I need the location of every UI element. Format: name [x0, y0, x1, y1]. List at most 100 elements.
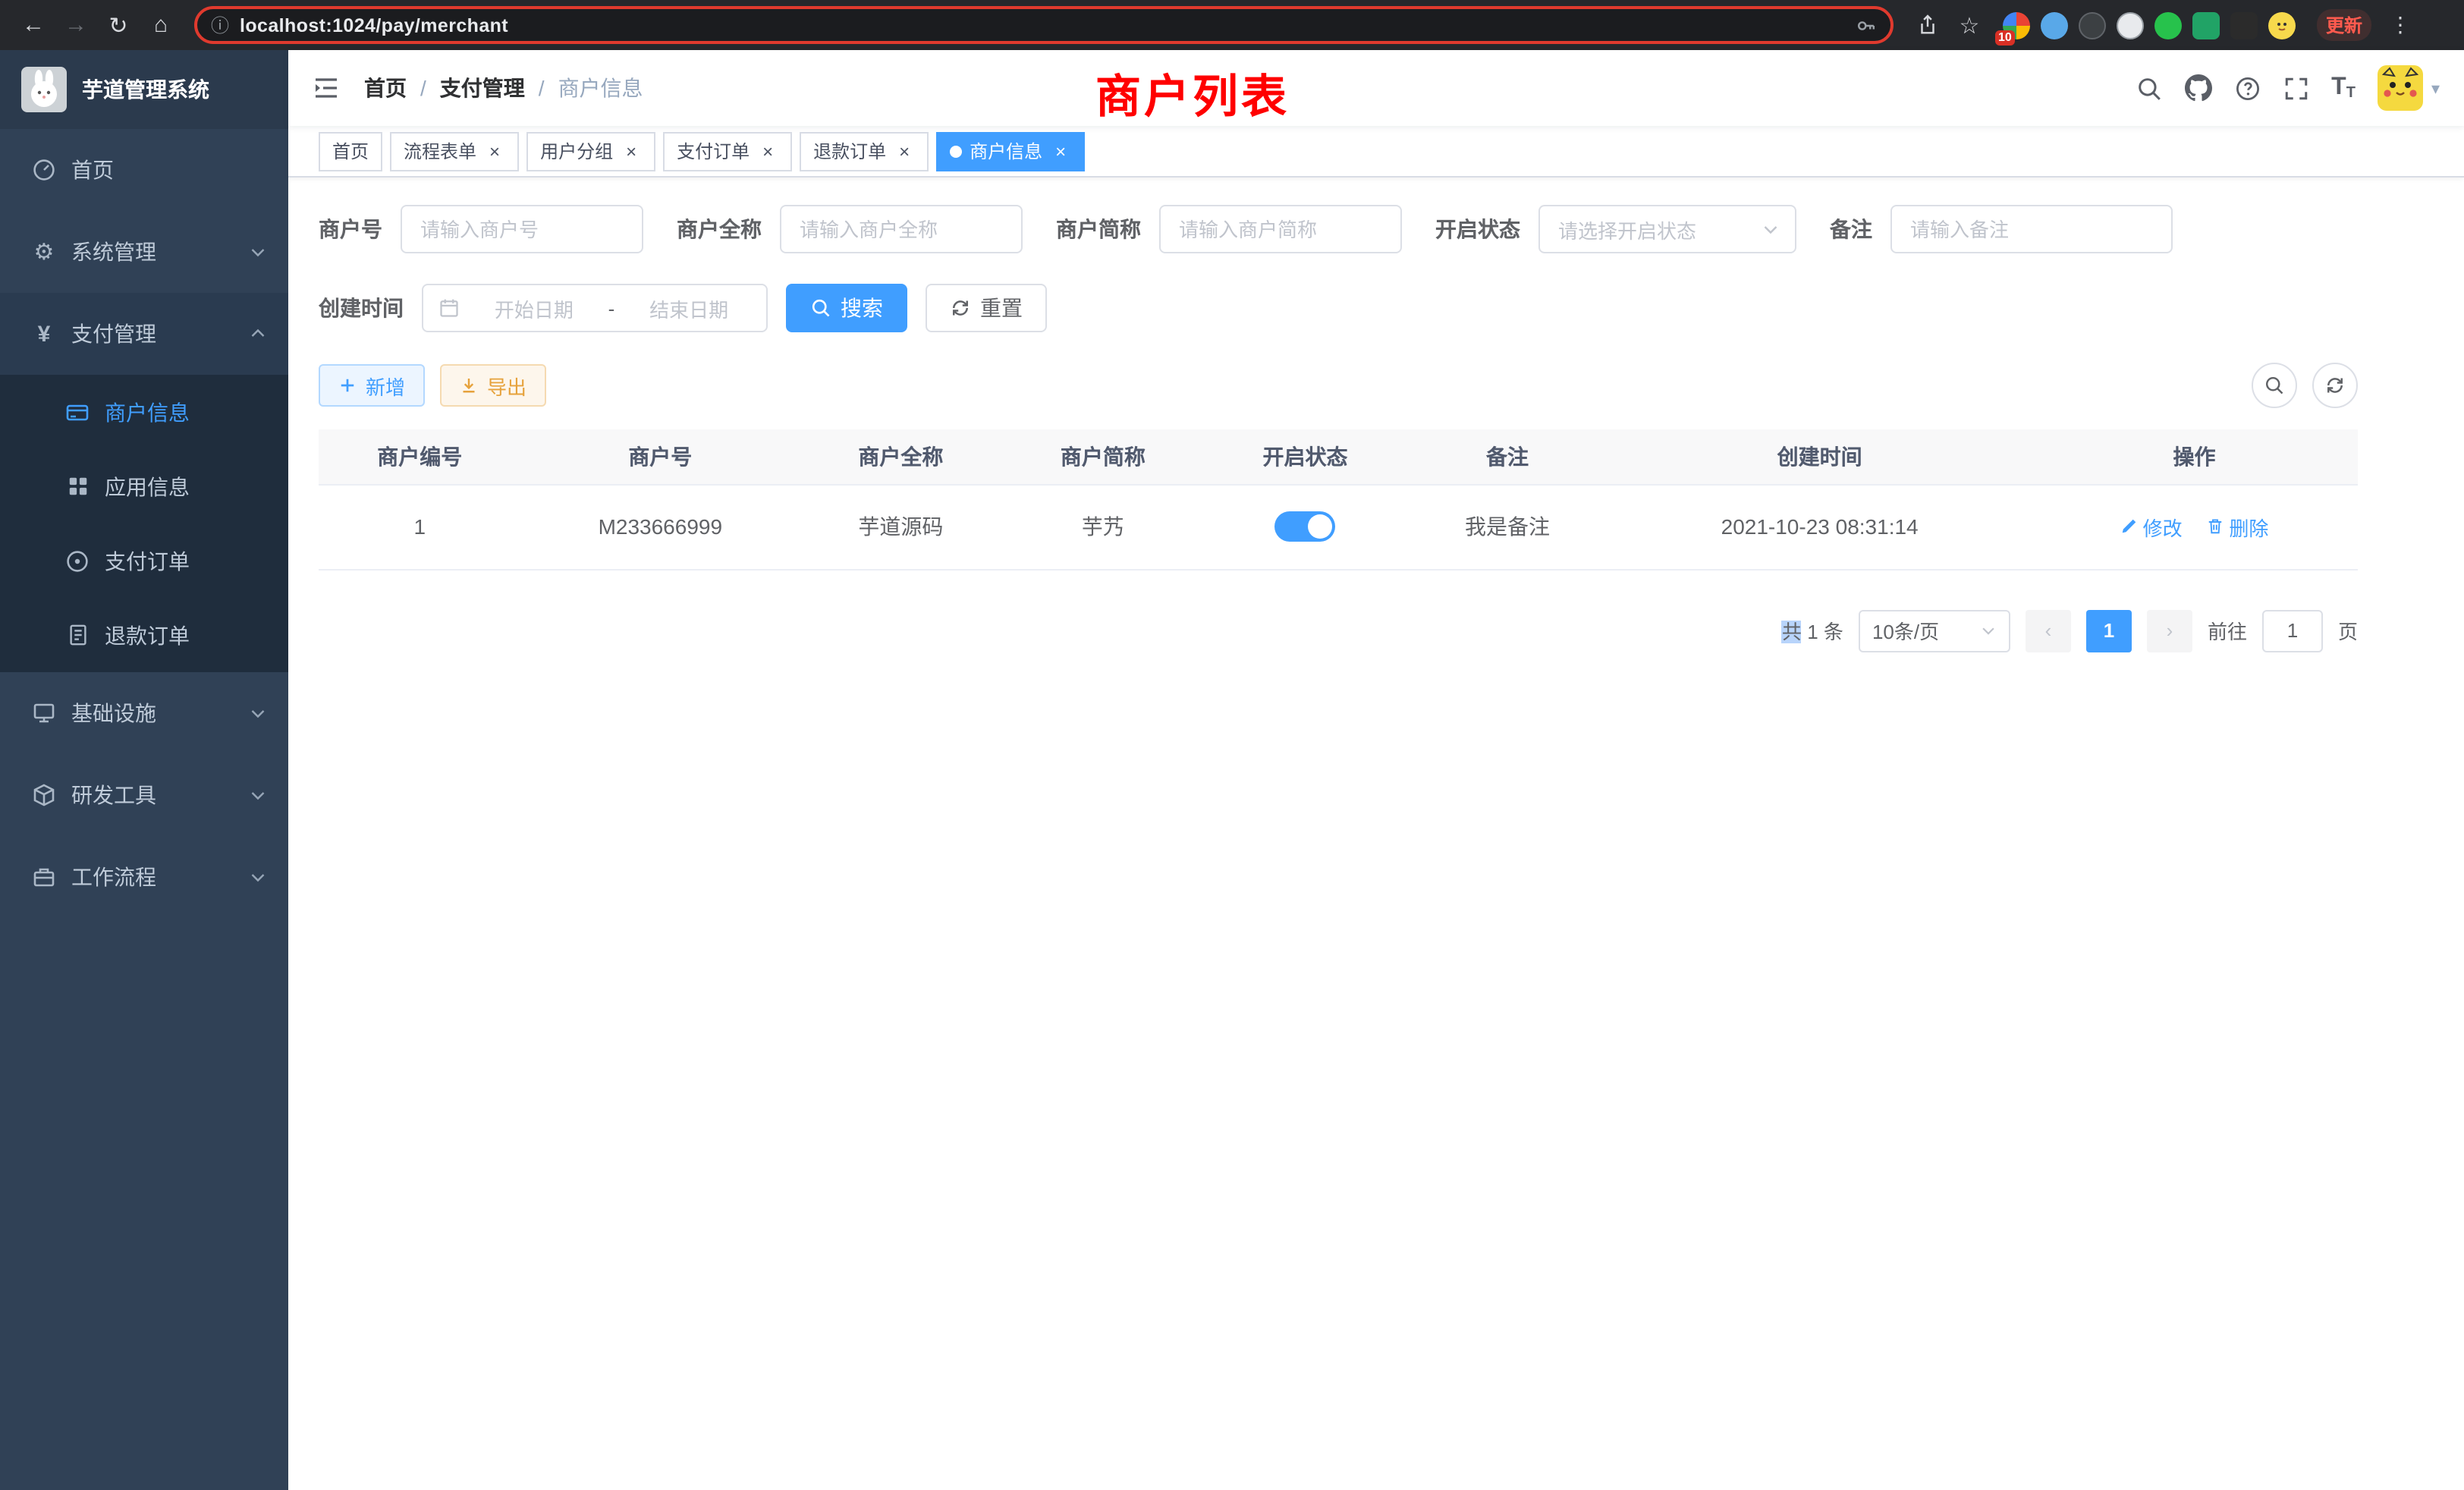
- tab-merchant-info[interactable]: 商户信息 ×: [936, 131, 1085, 171]
- col-header: 创建时间: [1608, 429, 2031, 484]
- add-button[interactable]: 新增: [319, 364, 425, 407]
- cell-create-time: 2021-10-23 08:31:14: [1608, 484, 2031, 569]
- github-icon[interactable]: [2184, 74, 2211, 102]
- extension-icon[interactable]: [2041, 11, 2068, 39]
- credit-card-icon: [64, 400, 91, 424]
- edit-link[interactable]: 修改: [2120, 512, 2183, 541]
- status-select[interactable]: 请选择开启状态: [1538, 205, 1796, 253]
- search-button[interactable]: 搜索: [786, 284, 907, 332]
- table-row: 1 M233666999 芋道源码 芋艿 我是备注 2021-10-23 08:…: [319, 484, 2358, 569]
- monitor-icon: [30, 701, 58, 725]
- sidebar-item-system[interactable]: ⚙ 系统管理: [0, 211, 288, 293]
- extension-icon[interactable]: 10: [2003, 11, 2030, 39]
- tab-home[interactable]: 首页: [319, 131, 382, 171]
- extension-icon[interactable]: [2230, 11, 2258, 39]
- chrome-update-button[interactable]: 更新: [2317, 9, 2371, 41]
- export-button[interactable]: 导出: [440, 364, 546, 407]
- tab-user-group[interactable]: 用户分组 ×: [526, 131, 655, 171]
- edit-pencil-icon: [2120, 517, 2139, 536]
- user-menu[interactable]: ▾: [2378, 65, 2440, 111]
- merchant-short-name-input[interactable]: [1159, 205, 1402, 253]
- button-label: 搜索: [841, 293, 883, 323]
- field-label: 商户号: [319, 214, 401, 244]
- sidebar-item-workflow[interactable]: 工作流程: [0, 836, 288, 918]
- delete-link[interactable]: 删除: [2206, 512, 2268, 541]
- address-bar[interactable]: ⓘ localhost:1024/pay/merchant: [194, 6, 1894, 44]
- merchant-no-input[interactable]: [401, 205, 643, 253]
- extension-icon[interactable]: [2117, 11, 2144, 39]
- prev-page-button[interactable]: ‹: [2026, 609, 2071, 652]
- cube-icon: [30, 783, 58, 807]
- status-toggle[interactable]: [1274, 511, 1335, 542]
- reset-button[interactable]: 重置: [926, 284, 1047, 332]
- hamburger-icon[interactable]: [288, 73, 364, 103]
- help-icon[interactable]: [2234, 75, 2260, 101]
- tab-pay-order[interactable]: 支付订单 ×: [663, 131, 792, 171]
- sidebar-item-label: 支付订单: [105, 545, 190, 576]
- browser-forward-icon[interactable]: →: [58, 7, 94, 43]
- user-avatar[interactable]: [2378, 65, 2424, 111]
- extension-icon[interactable]: [2192, 11, 2220, 39]
- sidebar-item-home[interactable]: 首页: [0, 129, 288, 211]
- date-range-picker[interactable]: 开始日期 - 结束日期: [422, 284, 768, 332]
- browser-reload-icon[interactable]: ↻: [100, 7, 137, 43]
- page-1-button[interactable]: 1: [2086, 609, 2132, 652]
- sidebar-item-payment[interactable]: ¥ 支付管理: [0, 293, 288, 375]
- bookmark-star-icon[interactable]: ☆: [1951, 7, 1988, 43]
- tab-label: 用户分组: [540, 138, 613, 164]
- app-logo-row: 芋道管理系统: [0, 50, 288, 129]
- page-size-select[interactable]: 10条/页: [1859, 609, 2010, 652]
- remark-input[interactable]: [1890, 205, 2173, 253]
- cell-short-name: 芋艿: [1002, 484, 1205, 569]
- browser-menu-icon[interactable]: ⋮: [2384, 12, 2417, 38]
- extension-icon[interactable]: [2268, 11, 2296, 39]
- share-icon[interactable]: [1909, 7, 1945, 43]
- sidebar-item-merchant-info[interactable]: 商户信息: [0, 375, 288, 449]
- sidebar-item-pay-order[interactable]: 支付订单: [0, 523, 288, 598]
- goto-page-input[interactable]: [2262, 609, 2323, 652]
- merchant-full-name-input[interactable]: [780, 205, 1023, 253]
- sidebar-item-label: 商户信息: [105, 397, 190, 427]
- navbar-actions: TT ▾: [2136, 65, 2464, 111]
- close-icon[interactable]: ×: [1050, 140, 1071, 162]
- sidebar-item-refund-order[interactable]: 退款订单: [0, 598, 288, 672]
- sidebar: 芋道管理系统 首页 ⚙ 系统管理: [0, 50, 288, 1490]
- cell-merchant-no: M233666999: [521, 484, 800, 569]
- tab-label: 退款订单: [813, 138, 886, 164]
- close-icon[interactable]: ×: [621, 140, 642, 162]
- refresh-button[interactable]: [2312, 363, 2358, 408]
- breadcrumb-payment[interactable]: 支付管理: [440, 73, 525, 103]
- app-logo: [21, 67, 67, 112]
- hide-search-button[interactable]: [2252, 363, 2297, 408]
- close-icon[interactable]: ×: [894, 140, 915, 162]
- sidebar-item-label: 工作流程: [71, 862, 156, 892]
- calendar-icon: [438, 297, 460, 319]
- close-icon[interactable]: ×: [484, 140, 505, 162]
- tags-view: 首页 流程表单 × 用户分组 × 支付订单 × 退款订单 ×: [288, 126, 2464, 178]
- sidebar-item-infra[interactable]: 基础设施: [0, 672, 288, 754]
- sidebar-item-app-info[interactable]: 应用信息: [0, 449, 288, 523]
- search-icon[interactable]: [2136, 75, 2161, 101]
- site-info-icon[interactable]: ⓘ: [211, 12, 229, 38]
- sidebar-item-devtools[interactable]: 研发工具: [0, 754, 288, 836]
- filter-create-time: 创建时间 开始日期 - 结束日期: [319, 284, 768, 332]
- font-size-icon[interactable]: TT: [2331, 74, 2356, 102]
- extension-icon[interactable]: [2154, 11, 2182, 39]
- browser-back-icon[interactable]: ←: [15, 7, 52, 43]
- next-page-button[interactable]: ›: [2147, 609, 2192, 652]
- fullscreen-icon[interactable]: [2283, 75, 2308, 101]
- col-header: 商户简称: [1002, 429, 1205, 484]
- filter-status: 开启状态 请选择开启状态: [1435, 205, 1796, 253]
- chevron-down-icon: [249, 786, 267, 804]
- breadcrumb-home[interactable]: 首页: [364, 73, 407, 103]
- extensions-cluster: 10: [2003, 11, 2296, 39]
- gear-icon: ⚙: [30, 238, 58, 266]
- page-size-value: 10条/页: [1872, 616, 1939, 645]
- extension-icon[interactable]: [2079, 11, 2106, 39]
- close-icon[interactable]: ×: [757, 140, 778, 162]
- password-key-icon[interactable]: [1856, 14, 1877, 36]
- search-icon: [810, 297, 831, 319]
- tab-process-form[interactable]: 流程表单 ×: [390, 131, 519, 171]
- browser-home-icon[interactable]: ⌂: [143, 7, 179, 43]
- tab-refund-order[interactable]: 退款订单 ×: [800, 131, 929, 171]
